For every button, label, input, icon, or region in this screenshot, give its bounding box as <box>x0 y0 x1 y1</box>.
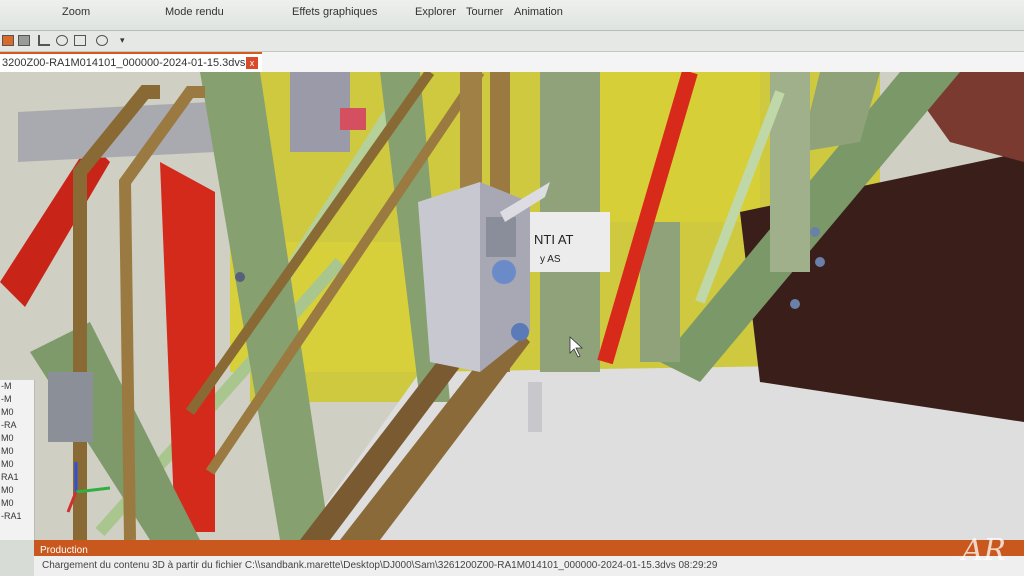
steel-bracket <box>48 372 93 442</box>
label-plate-text-2: y AS <box>540 254 561 265</box>
production-label: Production <box>40 545 88 556</box>
tree-item[interactable]: M0 <box>0 445 34 458</box>
circle-icon[interactable] <box>96 35 108 46</box>
tree-item[interactable]: M0 <box>0 484 34 497</box>
copy-icon[interactable] <box>18 35 30 46</box>
production-log-line: Chargement du contenu 3D à partir du fic… <box>34 556 1024 576</box>
bolt-2 <box>815 257 825 267</box>
model-tree-panel: -M -M M0 -RA M0 M0 M0 RA1 M0 M0 -RA1 <box>0 380 35 540</box>
3d-viewport[interactable]: NTI AT y AS <box>0 72 1024 540</box>
tree-item[interactable]: M0 <box>0 458 34 471</box>
red-connector <box>340 108 366 130</box>
pin-rod <box>528 382 542 432</box>
production-panel-header[interactable]: Production <box>34 540 1024 556</box>
rotate-button[interactable]: Tourner <box>466 6 503 18</box>
select-icon[interactable] <box>2 35 14 46</box>
tree-item[interactable]: -RA1 <box>0 510 34 523</box>
bolt-3 <box>790 299 800 309</box>
document-tab[interactable]: 3200Z00-RA1M014101_000000-2024-01-15.3dv… <box>0 52 262 72</box>
flag-icon[interactable] <box>38 35 50 46</box>
label-plate-text: NTI AT <box>534 232 574 247</box>
control-knob-blue <box>492 260 516 284</box>
tree-item[interactable]: -RA <box>0 419 34 432</box>
animation-button[interactable]: Animation <box>514 6 563 18</box>
tree-item[interactable]: RA1 <box>0 471 34 484</box>
document-tabbar: 3200Z00-RA1M014101_000000-2024-01-15.3dv… <box>0 52 1024 72</box>
close-tab-icon[interactable]: x <box>246 57 258 69</box>
watermark-signature: AR <box>961 533 1006 568</box>
control-box-window <box>486 217 516 257</box>
ribbon: Zoom Mode rendu Effets graphiques Explor… <box>0 0 1024 31</box>
graphic-effects-button[interactable]: Effets graphiques <box>292 6 377 18</box>
zoom-button[interactable]: Zoom <box>62 6 90 18</box>
explore-button[interactable]: Explorer <box>415 6 456 18</box>
render-mode-button[interactable]: Mode rendu <box>165 6 224 18</box>
brown-post-center <box>460 72 482 192</box>
tree-item[interactable]: -M <box>0 380 34 393</box>
bolt-1 <box>810 227 820 237</box>
rotate-icon[interactable] <box>56 35 68 46</box>
tree-item[interactable]: M0 <box>0 406 34 419</box>
3d-scene: NTI AT y AS <box>0 72 1024 540</box>
bolt-4 <box>235 272 245 282</box>
tree-item[interactable]: M0 <box>0 497 34 510</box>
toolbar-dropdown-icon[interactable]: ▾ <box>120 35 125 46</box>
quick-toolbar: ▾ <box>0 31 1024 52</box>
document-tab-title: 3200Z00-RA1M014101_000000-2024-01-15.3dv… <box>2 57 246 69</box>
tree-item[interactable]: -M <box>0 393 34 406</box>
rectangle-icon[interactable] <box>74 35 86 46</box>
tree-item[interactable]: M0 <box>0 432 34 445</box>
control-handle-blue <box>511 323 529 341</box>
